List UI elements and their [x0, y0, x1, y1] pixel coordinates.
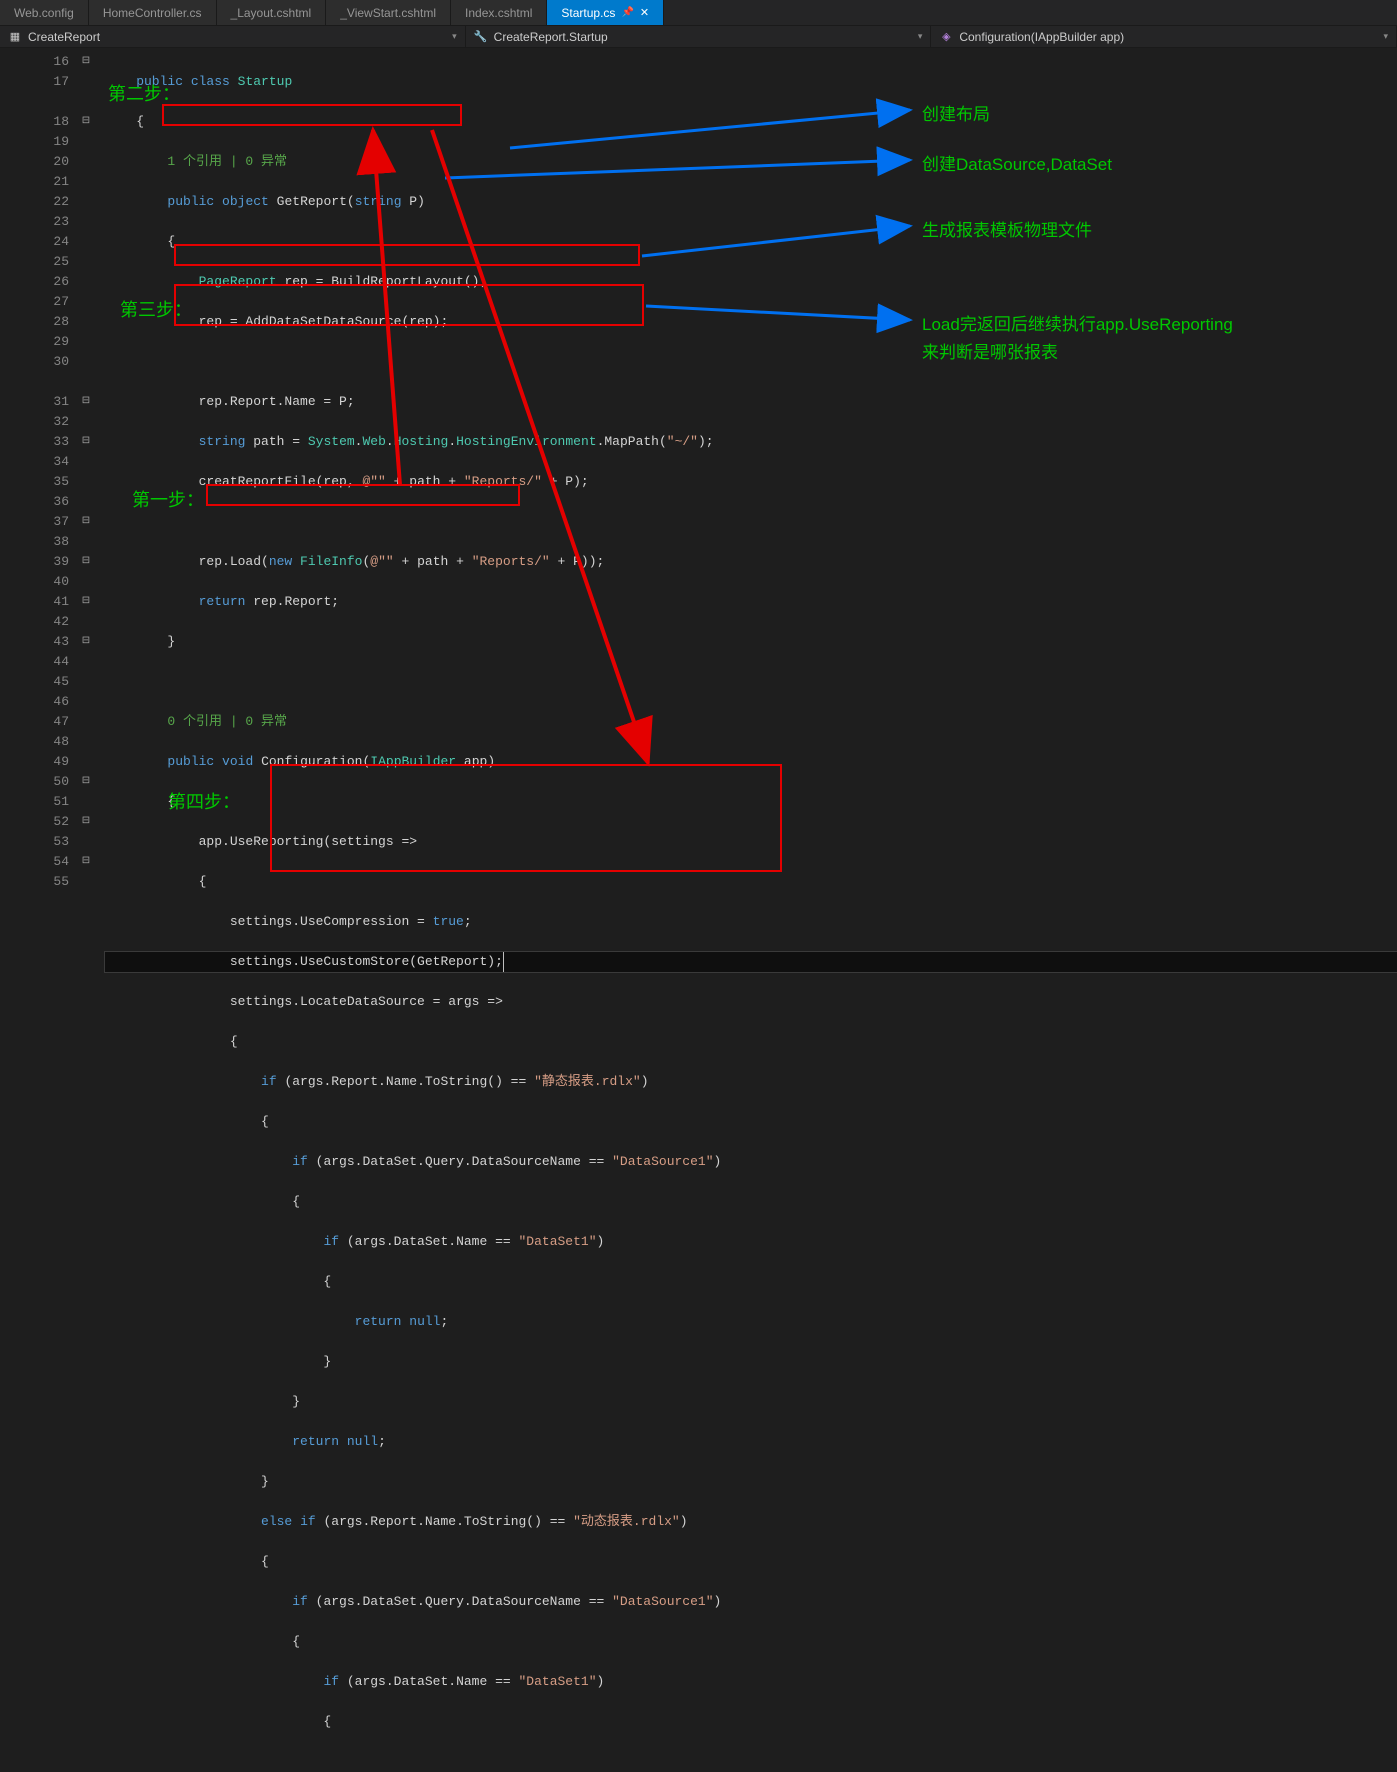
- tab-layout[interactable]: _Layout.cshtml: [217, 0, 327, 25]
- tab-webconfig[interactable]: Web.config: [0, 0, 89, 25]
- project-icon: ▦: [8, 30, 22, 44]
- method-icon: ◈: [939, 30, 953, 44]
- code-area[interactable]: public class Startup { 1 个引用 | 0 异常 publ…: [97, 48, 1397, 897]
- tab-homecontroller[interactable]: HomeController.cs: [89, 0, 217, 25]
- tab-startup[interactable]: Startup.cs 📌 ✕: [547, 0, 664, 25]
- class-icon: 🔧: [474, 30, 488, 44]
- tab-index[interactable]: Index.cshtml: [451, 0, 547, 25]
- crumb-class[interactable]: 🔧 CreateReport.Startup ▾: [466, 26, 932, 47]
- pin-icon[interactable]: 📌: [621, 7, 633, 18]
- crumb-method[interactable]: ◈ Configuration(IAppBuilder app) ▾: [931, 26, 1397, 47]
- close-icon[interactable]: ✕: [640, 6, 649, 19]
- chevron-down-icon: ▾: [452, 31, 457, 42]
- code-editor[interactable]: 1617181920212223242526272829303132333435…: [0, 48, 1397, 897]
- tab-bar: Web.config HomeController.cs _Layout.csh…: [0, 0, 1397, 26]
- line-gutter: 1617181920212223242526272829303132333435…: [0, 48, 75, 897]
- fold-gutter[interactable]: ⊟⊟⊟⊟⊟⊟⊟⊟⊟⊟⊟: [75, 48, 97, 897]
- breadcrumb-bar: ▦ CreateReport ▾ 🔧 CreateReport.Startup …: [0, 26, 1397, 48]
- chevron-down-icon: ▾: [918, 31, 923, 42]
- crumb-project[interactable]: ▦ CreateReport ▾: [0, 26, 466, 47]
- tab-viewstart[interactable]: _ViewStart.cshtml: [326, 0, 451, 25]
- chevron-down-icon: ▾: [1383, 31, 1388, 42]
